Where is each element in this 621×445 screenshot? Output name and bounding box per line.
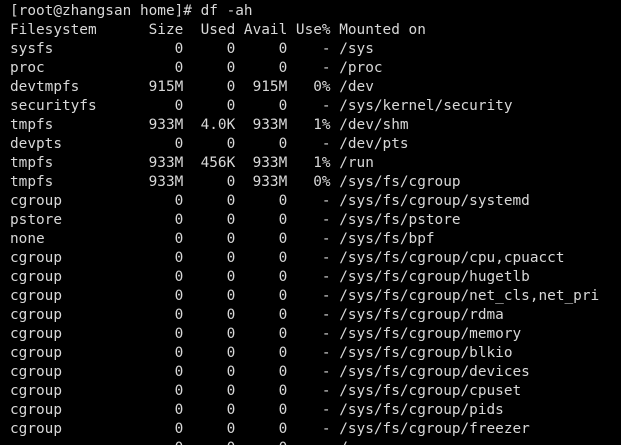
filesystem-table: sysfs 0 0 0 - /sys proc 0 0 0 - /proc devt… (10, 40, 621, 445)
table-row: none 0 0 0 - /sys/fs/bpf (10, 231, 435, 247)
table-row: cgroup 0 0 0 - /sys/fs/cgroup/freezer (10, 421, 530, 437)
table-row: proc 0 0 0 - /proc (10, 60, 383, 76)
table-header: Filesystem Size Used Avail Use% Mounted … (10, 22, 426, 38)
table-row: tmpfs 933M 456K 933M 1% /run (10, 155, 374, 171)
table-row: cgroup 0 0 0 - /sys/fs/cgroup/pids (10, 402, 504, 418)
command-prompt-line: [root@zhangsan home]# df -ah (10, 3, 253, 19)
terminal-window[interactable]: [root@zhangsan home]# df -ah Filesystem … (0, 0, 621, 445)
table-row: securityfs 0 0 0 - /sys/kernel/security (10, 98, 513, 114)
table-row: cgroup 0 0 0 - /sys/fs/cgroup/cpuset (10, 383, 522, 399)
table-row: devpts 0 0 0 - /dev/pts (10, 136, 409, 152)
table-row: tmpfs 933M 4.0K 933M 1% /dev/shm (10, 117, 409, 133)
table-row: cgroup 0 0 0 - /sys/fs/cgroup/systemd (10, 193, 530, 209)
table-row: sysfs 0 0 0 - /sys (10, 41, 374, 57)
table-row: 0 0 0 - / (10, 439, 621, 445)
table-row: cgroup 0 0 0 - /sys/fs/cgroup/cpu,cpuacc… (10, 250, 565, 266)
table-row: cgroup 0 0 0 - /sys/fs/cgroup/devices (10, 364, 530, 380)
table-row: pstore 0 0 0 - /sys/fs/pstore (10, 212, 461, 228)
table-row: tmpfs 933M 0 933M 0% /sys/fs/cgroup (10, 174, 461, 190)
table-row: cgroup 0 0 0 - /sys/fs/cgroup/net_cls,ne… (10, 288, 600, 304)
table-row: cgroup 0 0 0 - /sys/fs/cgroup/memory (10, 326, 522, 342)
terminal-output: [root@zhangsan home]# df -ah Filesystem … (10, 2, 621, 445)
table-row: cgroup 0 0 0 - /sys/fs/cgroup/blkio (10, 345, 513, 361)
table-row: cgroup 0 0 0 - /sys/fs/cgroup/hugetlb (10, 269, 530, 285)
table-row: cgroup 0 0 0 - /sys/fs/cgroup/rdma (10, 307, 504, 323)
table-row: devtmpfs 915M 0 915M 0% /dev (10, 79, 374, 95)
